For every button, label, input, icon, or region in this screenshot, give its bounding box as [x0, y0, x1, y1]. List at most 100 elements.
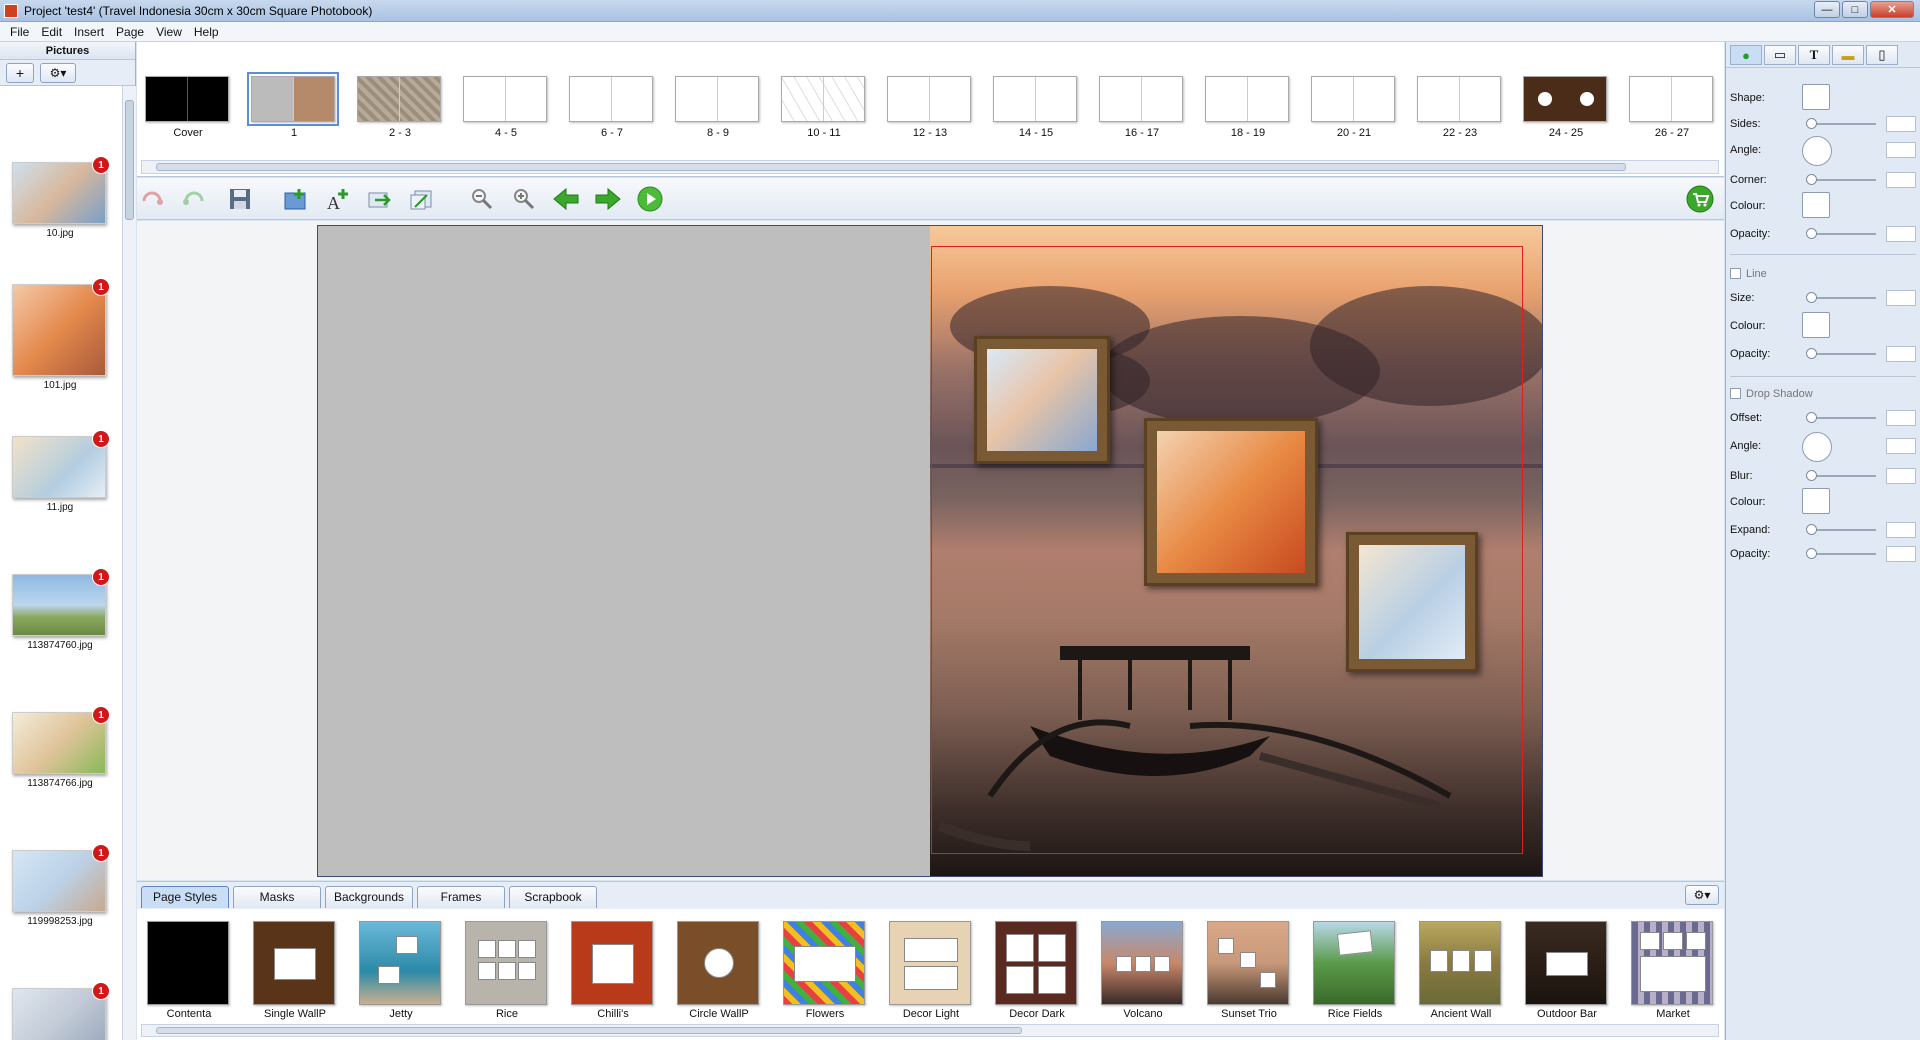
style-item[interactable]: Flowers — [783, 921, 867, 1020]
pictures-settings-button[interactable]: ⚙▾ — [40, 62, 76, 83]
page-thumb-2-3[interactable]: 2 - 3 — [357, 76, 443, 139]
left-page[interactable] — [318, 226, 930, 876]
page-strip-scrollbar[interactable] — [141, 160, 1719, 174]
style-item[interactable]: Circle WallP — [677, 921, 761, 1020]
tab-scrapbook[interactable]: Scrapbook — [509, 886, 597, 908]
tab-border[interactable]: ▭ — [1764, 45, 1796, 65]
offset-input[interactable] — [1886, 410, 1916, 426]
export-button[interactable] — [365, 185, 395, 213]
drop-shadow-checkbox[interactable] — [1730, 388, 1741, 399]
shadow-opacity-slider[interactable] — [1806, 548, 1817, 559]
page-canvas[interactable] — [137, 221, 1724, 880]
style-item[interactable]: Market — [1631, 921, 1715, 1020]
right-page[interactable] — [930, 226, 1542, 876]
menu-insert[interactable]: Insert — [68, 22, 110, 42]
line-opacity-input[interactable] — [1886, 346, 1916, 362]
zoom-out-button[interactable] — [467, 185, 497, 213]
blur-slider[interactable] — [1806, 470, 1817, 481]
page-thumb-26-27[interactable]: 26 - 27 — [1629, 76, 1715, 139]
expand-input[interactable] — [1886, 522, 1916, 538]
add-page-button[interactable] — [281, 185, 311, 213]
page-thumb-1[interactable]: 1 — [247, 72, 339, 139]
style-item[interactable]: Decor Light — [889, 921, 973, 1020]
save-button[interactable] — [225, 185, 255, 213]
line-checkbox[interactable] — [1730, 268, 1741, 279]
style-item[interactable]: Volcano — [1101, 921, 1185, 1020]
picture-item[interactable]: 1 101.jpg — [12, 278, 110, 391]
corner-input[interactable] — [1886, 172, 1916, 188]
close-button[interactable]: ✕ — [1870, 1, 1914, 18]
blur-input[interactable] — [1886, 468, 1916, 484]
tab-page-styles[interactable]: Page Styles — [141, 886, 229, 908]
angle-dial[interactable] — [1802, 136, 1832, 166]
shadow-colour-picker[interactable] — [1802, 488, 1830, 514]
corner-slider[interactable] — [1806, 174, 1817, 185]
page-thumb-8-9[interactable]: 8 - 9 — [675, 76, 761, 139]
page-thumb-22-23[interactable]: 22 - 23 — [1417, 76, 1503, 139]
angle-input[interactable] — [1886, 142, 1916, 158]
page-thumb-16-17[interactable]: 16 - 17 — [1099, 76, 1185, 139]
framed-photo[interactable] — [1144, 418, 1318, 586]
page-thumb-12-13[interactable]: 12 - 13 — [887, 76, 973, 139]
page-thumb-cover[interactable]: Cover — [145, 76, 231, 139]
shadow-angle-input[interactable] — [1886, 438, 1916, 454]
tab-backgrounds[interactable]: Backgrounds — [325, 886, 413, 908]
style-item[interactable]: Ancient Wall — [1419, 921, 1503, 1020]
picture-item[interactable]: 1 113874766.jpg — [12, 706, 110, 789]
styles-settings-button[interactable]: ⚙▾ — [1685, 885, 1719, 905]
sides-input[interactable] — [1886, 116, 1916, 132]
page-thumb-6-7[interactable]: 6 - 7 — [569, 76, 655, 139]
scrollbar-thumb[interactable] — [125, 100, 134, 220]
framed-photo[interactable] — [1346, 532, 1478, 672]
page-thumb-20-21[interactable]: 20 - 21 — [1311, 76, 1397, 139]
size-slider[interactable] — [1806, 292, 1817, 303]
page-thumb-14-15[interactable]: 14 - 15 — [993, 76, 1079, 139]
shadow-angle-dial[interactable] — [1802, 432, 1832, 462]
opacity-slider[interactable] — [1806, 228, 1817, 239]
style-item[interactable]: Jetty — [359, 921, 443, 1020]
page-thumb-10-11[interactable]: 10 - 11 — [781, 76, 867, 139]
picture-item[interactable]: 1 119998253.jpg — [12, 844, 110, 927]
style-item[interactable]: Chilli's — [571, 921, 655, 1020]
page-thumb-18-19[interactable]: 18 - 19 — [1205, 76, 1291, 139]
order-button[interactable] — [1685, 185, 1715, 213]
tab-shape[interactable]: ● — [1730, 45, 1762, 65]
tab-ruler[interactable]: ▬ — [1832, 45, 1864, 65]
opacity-input[interactable] — [1886, 226, 1916, 242]
line-opacity-slider[interactable] — [1806, 348, 1817, 359]
import-button[interactable] — [407, 185, 437, 213]
style-item[interactable]: Decor Dark — [995, 921, 1079, 1020]
scrollbar-thumb[interactable] — [156, 163, 1626, 171]
page-spread[interactable] — [317, 225, 1543, 877]
picture-item[interactable]: 1 — [12, 982, 110, 1040]
pictures-scrollbar[interactable] — [122, 86, 136, 1040]
picture-item[interactable]: 1 10.jpg — [12, 156, 110, 239]
minimize-button[interactable]: — — [1814, 1, 1840, 18]
tab-masks[interactable]: Masks — [233, 886, 321, 908]
style-item[interactable]: Rice Fields — [1313, 921, 1397, 1020]
picture-item[interactable]: 1 113874760.jpg — [12, 568, 110, 651]
preview-button[interactable] — [635, 185, 665, 213]
maximize-button[interactable]: □ — [1842, 1, 1868, 18]
redo-button[interactable] — [179, 185, 209, 213]
scrollbar-thumb[interactable] — [156, 1027, 1022, 1034]
style-item[interactable]: Outdoor Bar — [1525, 921, 1609, 1020]
add-text-button[interactable]: A — [323, 185, 353, 213]
previous-page-button[interactable] — [551, 185, 581, 213]
style-item[interactable]: Sunset Trio — [1207, 921, 1291, 1020]
menu-page[interactable]: Page — [110, 22, 150, 42]
page-thumb-4-5[interactable]: 4 - 5 — [463, 76, 549, 139]
next-page-button[interactable] — [593, 185, 623, 213]
style-item[interactable]: Single WallP — [253, 921, 337, 1020]
undo-button[interactable] — [137, 185, 167, 213]
zoom-in-button[interactable] — [509, 185, 539, 213]
line-colour-picker[interactable] — [1802, 312, 1830, 338]
offset-slider[interactable] — [1806, 412, 1817, 423]
add-picture-button[interactable]: + — [6, 62, 34, 83]
pictures-list[interactable]: 1 10.jpg 1 101.jpg 1 11.jpg 1 113874760.… — [0, 86, 122, 1040]
shadow-opacity-input[interactable] — [1886, 546, 1916, 562]
tab-frames[interactable]: Frames — [417, 886, 505, 908]
style-item[interactable]: Rice — [465, 921, 549, 1020]
page-thumb-24-25[interactable]: 24 - 25 — [1523, 76, 1609, 139]
tab-text[interactable]: T — [1798, 45, 1830, 65]
